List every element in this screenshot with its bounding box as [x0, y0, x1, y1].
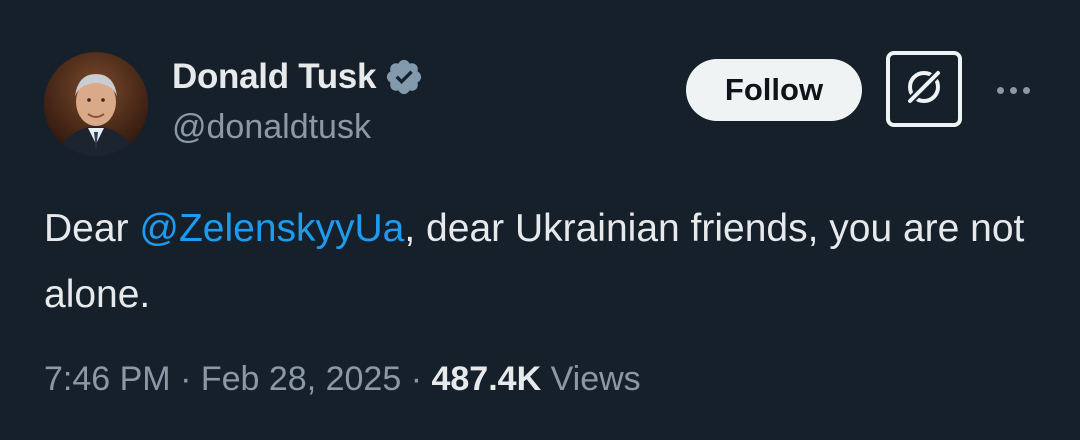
more-dot: [1022, 86, 1030, 94]
follow-button[interactable]: Follow: [686, 59, 862, 121]
mention-link[interactable]: @ZelenskyyUa: [139, 207, 404, 250]
tweet-meta: 7:46 PM · Feb 28, 2025 · 487.4K Views: [44, 360, 641, 399]
meta-separator: ·: [180, 360, 192, 398]
grok-button[interactable]: [886, 51, 962, 127]
avatar[interactable]: [44, 52, 148, 156]
tweet-text: Dear @ZelenskyyUa, dear Ukrainian friend…: [44, 196, 1034, 328]
display-name[interactable]: Donald Tusk: [172, 57, 376, 97]
user-handle[interactable]: @donaldtusk: [172, 108, 371, 147]
verified-badge-icon[interactable]: [384, 57, 424, 97]
meta-separator: ·: [410, 360, 423, 398]
views-count: 487.4K: [431, 360, 542, 398]
tweet-time[interactable]: 7:46 PM: [44, 360, 171, 398]
more-icon[interactable]: [990, 70, 1036, 110]
more-dot: [1009, 86, 1017, 94]
grok-icon: [900, 63, 948, 116]
tweet-card: Donald Tusk @donaldtusk Follow Dear @Zel…: [0, 0, 1080, 440]
name-row: Donald Tusk: [172, 54, 424, 100]
views-label: Views: [550, 360, 641, 398]
tweet-date[interactable]: Feb 28, 2025: [201, 360, 401, 398]
tweet-text-before: Dear: [44, 207, 140, 250]
more-dot: [996, 86, 1004, 94]
